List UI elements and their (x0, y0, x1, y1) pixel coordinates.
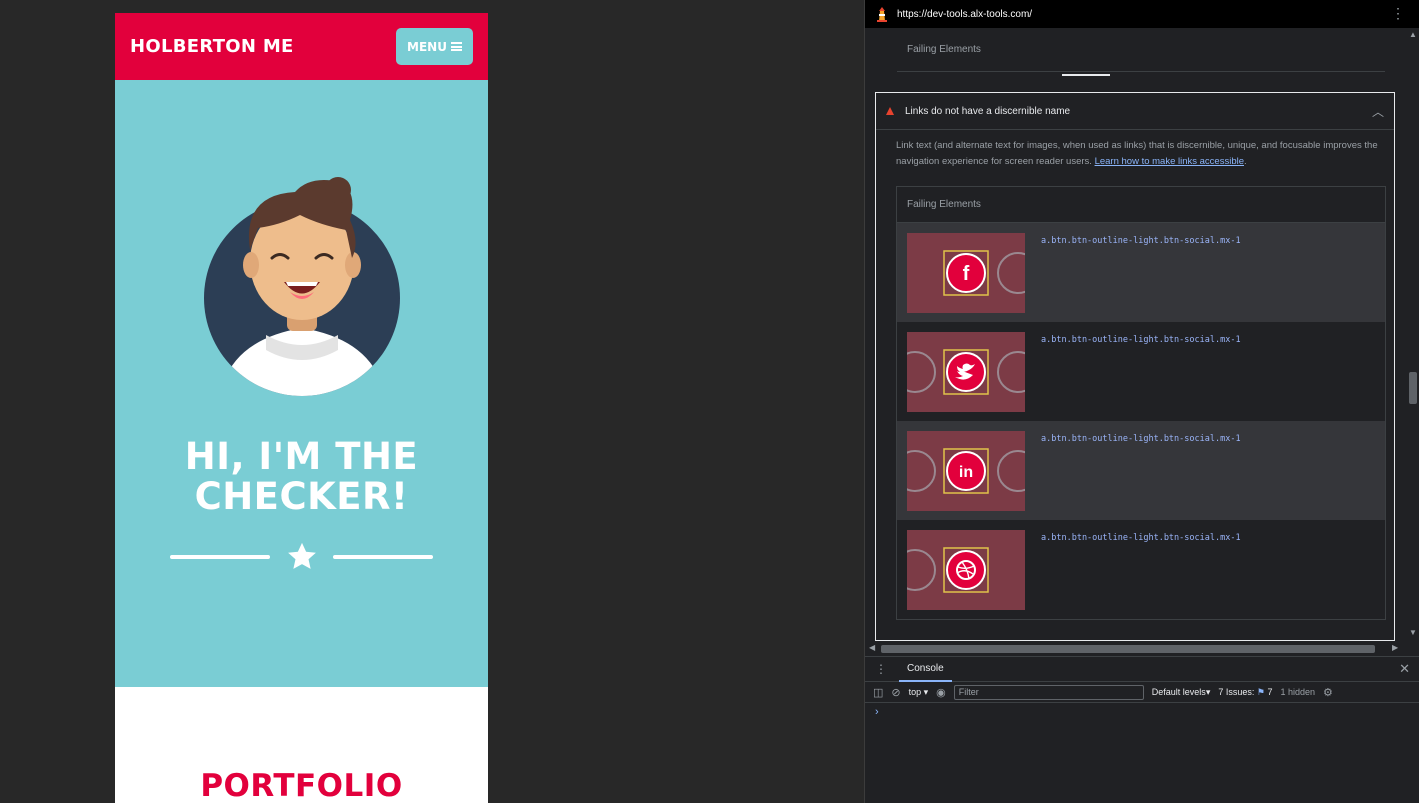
console-toolbar: ◫ ⊘ top ▾ ◉ Filter Default levels▾ 7 Iss… (865, 681, 1419, 703)
avatar-illustration (204, 177, 400, 396)
node-selector[interactable]: a.btn.btn-outline-light.btn-social.mx-1 (1041, 335, 1241, 411)
sidebar-toggle-icon[interactable]: ◫ (873, 686, 883, 699)
scrollbar-thumb[interactable] (1409, 372, 1417, 404)
node-selector[interactable]: a.btn.btn-outline-light.btn-social.mx-1 (1041, 236, 1241, 312)
hero-headline: HI, I'M THE CHECKER! (115, 437, 488, 517)
divider-line-right (333, 555, 433, 559)
scroll-right-icon[interactable]: ▶ (1392, 643, 1398, 652)
audit-header[interactable]: Links do not have a discernible name ︿ (876, 92, 1394, 130)
fail-triangle-icon (886, 107, 894, 115)
hamburger-icon (450, 42, 462, 51)
audit-url[interactable]: https://dev-tools.alx-tools.com/ (897, 9, 1032, 20)
scrollbar-thumb-h[interactable] (881, 645, 1375, 653)
menu-label: MENU (407, 39, 447, 54)
clear-console-icon[interactable]: ⊘ (891, 686, 900, 699)
element-screenshot (907, 530, 1025, 610)
masthead: HI, I'M THE CHECKER! (115, 80, 488, 687)
context-select[interactable]: top ▾ (909, 687, 929, 698)
svg-text:in: in (959, 464, 973, 481)
issues-flag-icon: ⚑ (1256, 686, 1265, 697)
previous-failing-elements-label: Failing Elements (897, 28, 1385, 72)
learn-more-link[interactable]: Learn how to make links accessible (1095, 156, 1244, 167)
close-icon[interactable]: ✕ (1399, 661, 1410, 677)
devtools-urlbar: https://dev-tools.alx-tools.com/ ⋮ (865, 0, 1419, 28)
drawer-menu-icon[interactable]: ⋮ (875, 662, 887, 676)
headline-line-1: HI, I'M THE (184, 435, 419, 478)
horizontal-scrollbar[interactable]: ◀ ▶ (865, 642, 1406, 656)
table-row[interactable]: in a.btn.btn-outline-light.btn-social.mx… (897, 421, 1385, 520)
log-levels-value: Default levels (1151, 686, 1206, 697)
drawer-tabs: ⋮ Console ✕ (865, 657, 1419, 682)
gear-icon[interactable]: ⚙ (1323, 686, 1333, 699)
tab-console[interactable]: Console (899, 657, 952, 682)
table-row[interactable]: a.btn.btn-outline-light.btn-social.mx-1 (897, 322, 1385, 421)
filter-input[interactable]: Filter (953, 684, 1144, 700)
lighthouse-icon (877, 7, 887, 22)
more-options-icon[interactable]: ⋮ (1391, 6, 1405, 20)
star-icon (287, 542, 316, 569)
scroll-left-icon[interactable]: ◀ (869, 643, 875, 652)
context-value: top (908, 686, 922, 697)
eye-icon[interactable]: ◉ (936, 686, 946, 699)
audit-title: Links do not have a discernible name (905, 105, 1071, 117)
console-prompt[interactable]: › (865, 703, 1419, 721)
svg-text:f: f (963, 263, 970, 285)
star-divider (170, 540, 433, 574)
element-screenshot (907, 332, 1025, 412)
failing-elements-title: Failing Elements (897, 187, 1385, 223)
divider-line-left (170, 555, 270, 559)
navbar: HOLBERTON ME MENU (115, 13, 488, 80)
console-drawer: ⋮ Console ✕ ◫ ⊘ top ▾ ◉ Filter Default l… (865, 656, 1419, 803)
chevron-up-icon[interactable]: ︿ (1372, 103, 1384, 120)
scroll-down-icon[interactable]: ▼ (1409, 628, 1417, 637)
table-row[interactable]: f a.btn.btn-outline-light.btn-social.mx-… (897, 223, 1385, 322)
log-levels-select[interactable]: Default levels▾ (1152, 687, 1211, 698)
element-screenshot: f (907, 233, 1025, 313)
menu-button[interactable]: MENU (396, 28, 473, 65)
issues-count: 7 (1267, 686, 1273, 697)
headline-line-2: CHECKER! (194, 475, 409, 518)
failing-elements-table: Failing Elements f a.btn.btn-outline-lig… (896, 186, 1386, 620)
issues-label: 7 Issues: (1218, 686, 1255, 697)
brand-link[interactable]: HOLBERTON ME (130, 36, 294, 57)
lighthouse-report: Failing Elements Links do not have a dis… (865, 28, 1406, 642)
audit-description: Link text (and alternate text for images… (896, 140, 1378, 167)
scroll-up-icon[interactable]: ▲ (1409, 30, 1417, 39)
devtools-panel: https://dev-tools.alx-tools.com/ ⋮ Faili… (864, 0, 1419, 803)
node-selector[interactable]: a.btn.btn-outline-light.btn-social.mx-1 (1041, 533, 1241, 609)
scroll-marker (1062, 74, 1110, 76)
page-preview: HOLBERTON ME MENU HI, I'M THE CHECKER! P… (115, 13, 488, 803)
portfolio-heading: PORTFOLIO (200, 768, 403, 803)
hidden-count: 1 hidden (1280, 687, 1316, 697)
table-row[interactable]: a.btn.btn-outline-light.btn-social.mx-1 (897, 520, 1385, 619)
node-selector[interactable]: a.btn.btn-outline-light.btn-social.mx-1 (1041, 434, 1241, 510)
audit-links-discernible-name: Links do not have a discernible name ︿ L… (875, 92, 1395, 641)
element-screenshot: in (907, 431, 1025, 511)
issues-button[interactable]: 7 Issues: ⚑ 7 (1218, 687, 1272, 698)
vertical-scrollbar[interactable]: ▲ ▼ (1406, 28, 1419, 642)
